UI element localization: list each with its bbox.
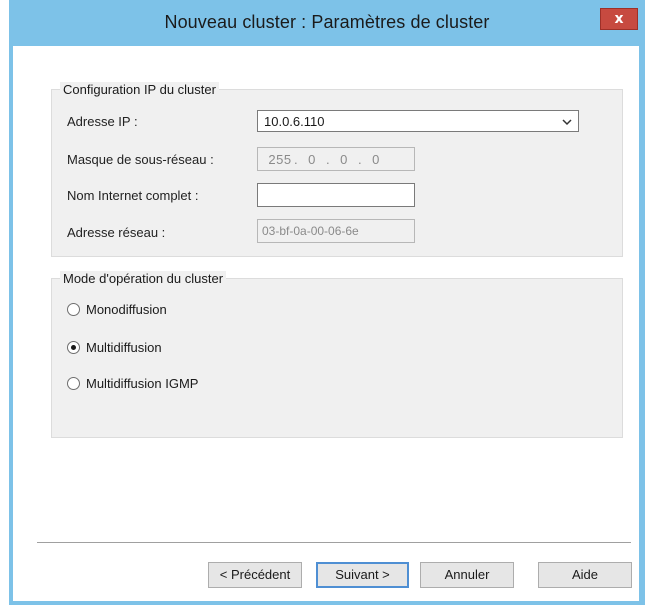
radio-label: Multidiffusion IGMP bbox=[86, 376, 199, 391]
network-address-value: 03-bf-0a-00-06-6e bbox=[262, 224, 359, 238]
ip-address-combobox[interactable]: 10.0.6.110 bbox=[257, 110, 579, 132]
octet-separator: . bbox=[293, 152, 299, 167]
radio-button-selected[interactable] bbox=[67, 341, 80, 354]
octet-separator: . bbox=[357, 152, 363, 167]
subnet-octet-4: 0 bbox=[372, 152, 380, 167]
fqdn-input[interactable] bbox=[257, 183, 415, 207]
previous-button[interactable]: < Précédent bbox=[208, 562, 302, 588]
network-address-field: 03-bf-0a-00-06-6e bbox=[257, 219, 415, 243]
ip-address-value: 10.0.6.110 bbox=[264, 114, 325, 129]
radio-label: Multidiffusion bbox=[86, 340, 162, 355]
footer-separator bbox=[37, 542, 631, 543]
dialog-body: Configuration IP du cluster Adresse IP :… bbox=[13, 46, 639, 601]
operation-mode-legend: Mode d'opération du cluster bbox=[60, 271, 227, 286]
fqdn-label: Nom Internet complet : bbox=[67, 188, 199, 203]
chevron-down-icon[interactable] bbox=[562, 117, 572, 127]
ip-address-label: Adresse IP : bbox=[67, 114, 138, 129]
radio-label: Monodiffusion bbox=[86, 302, 167, 317]
octet-separator: . bbox=[325, 152, 331, 167]
operation-mode-group: Mode d'opération du cluster Monodiffusio… bbox=[51, 271, 623, 438]
ip-config-legend: Configuration IP du cluster bbox=[60, 82, 219, 97]
subnet-octet-1: 255 bbox=[268, 152, 292, 167]
title-bar[interactable]: Nouveau cluster : Paramètres de cluster … bbox=[9, 0, 645, 46]
close-icon: x bbox=[614, 11, 624, 27]
ip-config-group: Configuration IP du cluster Adresse IP :… bbox=[51, 82, 623, 257]
subnet-mask-label: Masque de sous-réseau : bbox=[67, 152, 214, 167]
dialog-window: Nouveau cluster : Paramètres de cluster … bbox=[9, 0, 645, 605]
subnet-mask-field: 255 . 0 . 0 . 0 bbox=[257, 147, 415, 171]
subnet-octet-3: 0 bbox=[340, 152, 348, 167]
subnet-octet-2: 0 bbox=[308, 152, 316, 167]
radio-button[interactable] bbox=[67, 303, 80, 316]
network-address-label: Adresse réseau : bbox=[67, 225, 166, 240]
window-title: Nouveau cluster : Paramètres de cluster bbox=[164, 12, 490, 32]
close-button[interactable]: x bbox=[600, 8, 638, 30]
cancel-button[interactable]: Annuler bbox=[420, 562, 514, 588]
help-button[interactable]: Aide bbox=[538, 562, 632, 588]
next-button[interactable]: Suivant > bbox=[316, 562, 409, 588]
radio-button[interactable] bbox=[67, 377, 80, 390]
